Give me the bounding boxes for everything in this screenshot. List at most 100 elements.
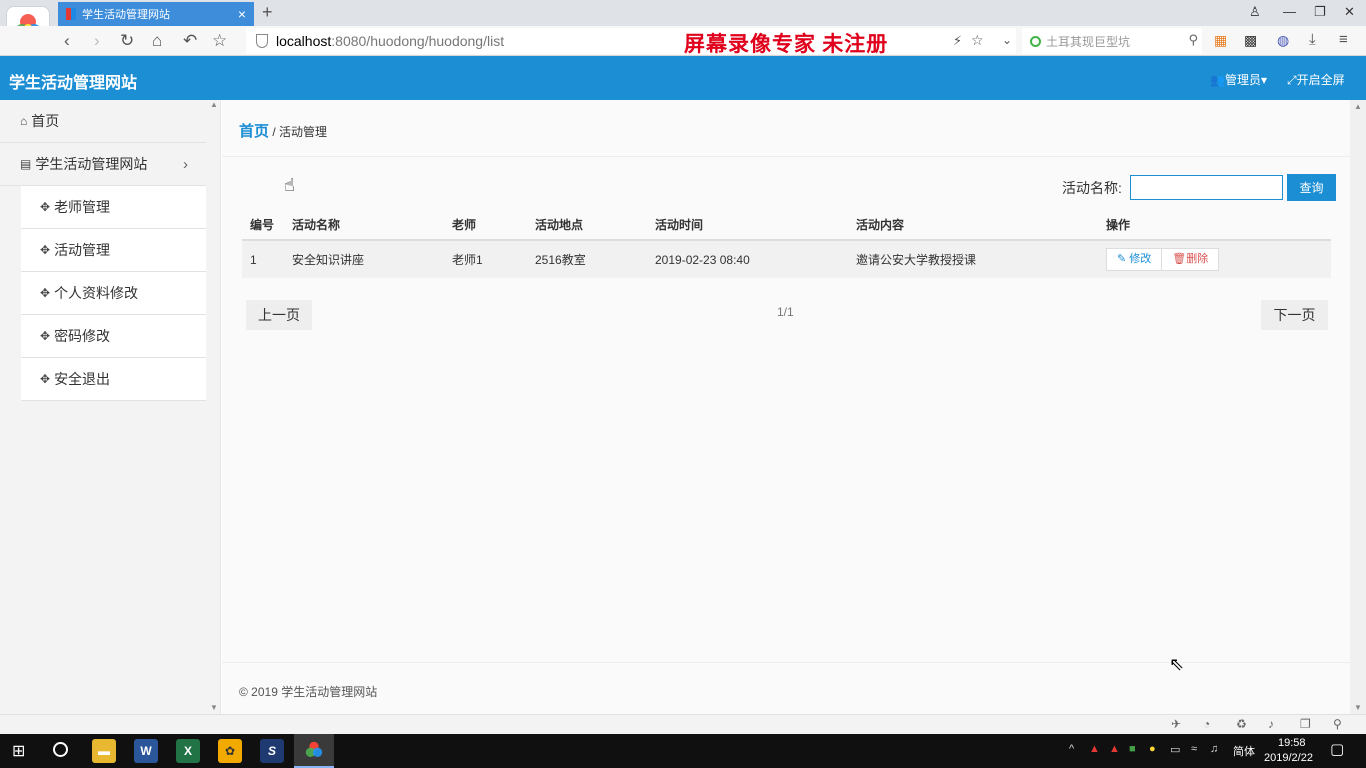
sidebar-item-password[interactable]: ✥ 密码修改 — [21, 315, 206, 358]
puzzle-icon: ✥ — [40, 329, 51, 343]
search-engine-icon — [1030, 35, 1041, 47]
sidebar-item-label: 个人资料修改 — [54, 285, 139, 301]
next-page-button[interactable]: 下一页 — [1261, 300, 1328, 330]
skin-icon[interactable]: ♙ — [1249, 4, 1261, 20]
tab-title: 学生活动管理网站 — [82, 9, 170, 21]
recording-watermark: 屏幕录像专家 未注册 — [684, 32, 889, 56]
sidebar-item-activities[interactable]: ✥ 活动管理 — [21, 229, 206, 272]
ime-indicator[interactable]: 简体 — [1233, 743, 1255, 759]
cortana-search-icon[interactable] — [53, 742, 68, 757]
security-icon[interactable]: ◍ — [1277, 32, 1289, 49]
lightning-icon[interactable]: ⚡ — [953, 33, 962, 49]
column-header: 活动时间 — [647, 210, 848, 241]
expand-icon: ⤢ — [1287, 73, 1297, 87]
sidebar: ⌂ 首页 ▤ 学生活动管理网站 › ✥ 老师管理 ✥ 活动管理 ✥ 个人资料修改… — [0, 100, 221, 714]
volume-icon[interactable]: ♪ — [1268, 717, 1274, 731]
back-icon[interactable]: ‹ — [64, 31, 70, 51]
sidebar-item-site[interactable]: ▤ 学生活动管理网站 › — [0, 143, 206, 186]
scroll-up-icon[interactable]: ▲ — [1354, 102, 1362, 111]
file-explorer-icon[interactable]: ▬ — [92, 739, 116, 763]
forward-icon[interactable]: › — [94, 31, 100, 51]
hand-cursor-icon: ☝ — [284, 175, 295, 195]
address-bar-row: ‹ › ↻ ⌂ ↶ ☆ localhost:8080/huodong/huodo… — [0, 26, 1366, 56]
tray-app-icon[interactable]: ▲ — [1109, 743, 1120, 755]
clock-date[interactable]: 2019/2/22 — [1264, 752, 1313, 764]
browser-search-input[interactable]: 土耳其现巨型坑 ⚲ — [1022, 28, 1202, 54]
bookmark-star-icon[interactable]: ☆ — [212, 31, 227, 51]
chevron-down-icon[interactable]: ⌄ — [1002, 33, 1012, 47]
notification-icon[interactable]: ▢ — [1330, 740, 1344, 758]
page-indicator: 1/1 — [777, 305, 794, 319]
prev-page-button[interactable]: 上一页 — [246, 300, 312, 330]
query-button[interactable]: 查询 — [1287, 174, 1336, 201]
zoom-icon[interactable]: ⚲ — [1333, 717, 1342, 731]
browser-status-bar: ✈ ◔ ♻ ♪ ❐ ⚲ — [0, 714, 1366, 734]
sidebar-scrollbar[interactable]: ▲ ▼ — [207, 100, 221, 714]
tray-app-icon[interactable]: ■ — [1129, 743, 1136, 755]
clock-time[interactable]: 19:58 — [1278, 737, 1306, 749]
speed-icon[interactable]: ◔ — [1203, 717, 1210, 731]
sidebar-item-home[interactable]: ⌂ 首页 — [0, 100, 206, 143]
excel-icon[interactable]: X — [176, 739, 200, 763]
column-header: 老师 — [444, 210, 527, 241]
sidebar-item-profile[interactable]: ✥ 个人资料修改 — [21, 272, 206, 315]
sidebar-item-label: 老师管理 — [54, 199, 111, 215]
tray-app-icon[interactable]: ● — [1149, 743, 1156, 755]
windows-start-icon[interactable]: ⊞ — [12, 741, 25, 761]
tray-expand-icon[interactable]: ^ — [1069, 743, 1074, 755]
fullscreen-button[interactable]: ⤢开启全屏 — [1287, 71, 1345, 88]
page-scrollbar[interactable]: ▲ ▼ — [1350, 100, 1366, 714]
undo-icon[interactable]: ↶ — [183, 31, 197, 51]
speaker-icon[interactable]: ♫ — [1210, 743, 1218, 755]
sidebar-item-logout[interactable]: ✥ 安全退出 — [21, 358, 206, 401]
close-window-icon[interactable]: ✕ — [1344, 4, 1355, 20]
battery-icon[interactable]: ▭ — [1170, 743, 1180, 756]
download-icon[interactable]: ⤓ — [1309, 31, 1316, 48]
trash-icon[interactable]: ♻ — [1236, 717, 1247, 731]
url-field[interactable]: localhost:8080/huodong/huodong/list — [246, 28, 1016, 54]
apps-grid-icon[interactable]: ▦ — [1214, 32, 1227, 49]
breadcrumb-separator: / — [272, 125, 276, 139]
app-icon[interactable]: ✿ — [218, 739, 242, 763]
edit-button[interactable]: ✎ 修改 — [1106, 248, 1163, 271]
window-icon[interactable]: ❐ — [1300, 717, 1311, 731]
tray-app-icon[interactable]: ▲ — [1089, 743, 1100, 755]
puzzle-icon: ✥ — [40, 286, 51, 300]
eclipse-icon[interactable]: S — [260, 739, 284, 763]
word-icon[interactable]: W — [134, 739, 158, 763]
breadcrumb-home[interactable]: 首页 — [239, 123, 269, 140]
activity-table: 编号 活动名称 老师 活动地点 活动时间 活动内容 操作 1 安全知识讲座 老师… — [242, 210, 1331, 278]
close-tab-icon[interactable]: × — [238, 6, 246, 22]
browser-tab-bar: 学生活动管理网站 × + ♙ — ❐ ✕ — [0, 0, 1366, 26]
cell-teacher: 老师1 — [444, 240, 527, 278]
delete-label: 删除 — [1186, 253, 1209, 265]
scroll-down-icon[interactable]: ▼ — [210, 703, 218, 712]
favorite-star-icon[interactable]: ☆ — [971, 32, 984, 49]
table-header-row: 编号 活动名称 老师 活动地点 活动时间 活动内容 操作 — [242, 210, 1331, 241]
refresh-icon[interactable]: ↻ — [120, 31, 134, 51]
wifi-icon[interactable]: ≈ — [1191, 743, 1197, 755]
restore-icon[interactable]: ❐ — [1314, 4, 1326, 20]
admin-dropdown[interactable]: 👥管理员▾ — [1210, 71, 1267, 88]
sidebar-item-teachers[interactable]: ✥ 老师管理 — [21, 186, 206, 229]
scroll-up-icon[interactable]: ▲ — [210, 100, 218, 109]
browser-taskbar-icon[interactable] — [294, 734, 334, 768]
column-header: 活动名称 — [284, 210, 444, 241]
delete-button[interactable]: 🗑删除 — [1161, 248, 1220, 271]
new-tab-button[interactable]: + — [262, 2, 273, 23]
home-icon[interactable]: ⌂ — [152, 31, 162, 51]
search-icon[interactable]: ⚲ — [1188, 32, 1198, 48]
users-icon: 👥 — [1210, 73, 1225, 87]
minimize-icon[interactable]: — — [1283, 4, 1296, 19]
menu-icon[interactable]: ≡ — [1339, 31, 1348, 48]
copyright-text: © 2019 学生活动管理网站 — [239, 685, 378, 699]
scroll-down-icon[interactable]: ▼ — [1354, 703, 1362, 712]
rocket-icon[interactable]: ✈ — [1171, 717, 1181, 731]
qrcode-icon[interactable]: ▩ — [1244, 32, 1257, 49]
url-host: localhost — [276, 33, 332, 49]
activity-name-input[interactable] — [1130, 175, 1283, 200]
cell-id: 1 — [242, 240, 284, 278]
fullscreen-label: 开启全屏 — [1296, 73, 1345, 87]
column-header: 活动内容 — [848, 210, 1098, 241]
browser-tab[interactable]: 学生活动管理网站 × — [58, 2, 254, 26]
